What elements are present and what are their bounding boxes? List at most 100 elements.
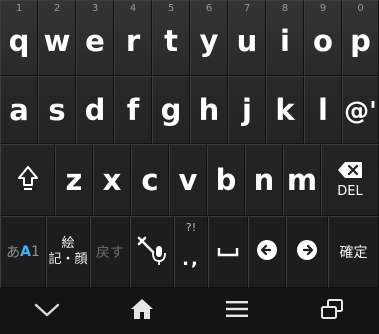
- tool-mic-icon: [136, 234, 168, 270]
- key-number-label: 2: [53, 3, 61, 14]
- key-letter: u: [236, 23, 258, 58]
- punct-bottom-label: .,: [182, 248, 200, 270]
- key-r[interactable]: 4 r: [114, 0, 152, 76]
- key-k[interactable]: k: [266, 76, 304, 144]
- key-g[interactable]: g: [152, 76, 190, 144]
- enter-label: 確定: [339, 245, 368, 261]
- key-letter: p: [350, 23, 371, 58]
- key-letter: m: [286, 162, 318, 197]
- key-w[interactable]: 2 w: [38, 0, 76, 76]
- key-u[interactable]: 7 u: [228, 0, 266, 76]
- recent-apps-button[interactable]: [302, 288, 362, 334]
- home-icon: [129, 297, 155, 325]
- key-letter: r: [125, 23, 141, 58]
- mode-kana-label: あ: [6, 245, 21, 261]
- key-letter: @': [344, 95, 377, 125]
- emoji-label-line1: 絵: [61, 235, 75, 251]
- chevron-down-icon: [34, 302, 60, 321]
- key-p[interactable]: 0 p: [342, 0, 379, 76]
- key-letter: f: [126, 92, 140, 127]
- arrow-left-icon: [256, 239, 278, 265]
- space-bar-icon: [217, 243, 239, 262]
- cursor-left-key[interactable]: [248, 216, 286, 288]
- key-letter: t: [164, 23, 178, 58]
- key-letter: y: [199, 23, 219, 58]
- key-o[interactable]: 9 o: [304, 0, 342, 76]
- soft-keyboard: 1 q 2 w 3 e 4 r 5 t 6 y 7 u 8 i 9 o 0 p …: [0, 0, 379, 334]
- key-number-label: 0: [357, 3, 364, 14]
- key-letter: l: [318, 92, 328, 127]
- key-l[interactable]: l: [304, 76, 342, 144]
- delete-label: DEL: [337, 184, 363, 199]
- key-n[interactable]: n: [245, 144, 283, 216]
- home-button[interactable]: [112, 288, 172, 334]
- key-letter: c: [141, 162, 159, 197]
- enter-confirm-key[interactable]: 確定: [328, 216, 379, 288]
- key-s[interactable]: s: [38, 76, 76, 144]
- key-number-label: 6: [205, 3, 213, 14]
- key-letter: g: [160, 92, 182, 127]
- input-mode-toggle[interactable]: あ A 1: [0, 216, 46, 288]
- key-f[interactable]: f: [114, 76, 152, 144]
- key-j[interactable]: j: [228, 76, 266, 144]
- key-number-label: 5: [167, 3, 175, 14]
- key-letter: v: [178, 162, 198, 197]
- key-letter: o: [313, 23, 333, 58]
- key-letter: d: [84, 92, 106, 127]
- key-number-label: 8: [281, 3, 289, 14]
- arrow-right-icon: [296, 239, 318, 265]
- key-letter: w: [43, 23, 71, 58]
- key-letter: j: [242, 92, 252, 127]
- emoji-symbol-key[interactable]: 絵 記・顔: [46, 216, 90, 288]
- key-letter: a: [9, 92, 29, 127]
- key-number-label: 7: [243, 3, 251, 14]
- key-letter: s: [48, 92, 66, 127]
- key-c[interactable]: c: [131, 144, 169, 216]
- emoji-label-line2: 記・顔: [48, 252, 88, 267]
- key-h[interactable]: h: [190, 76, 228, 144]
- key-letter: x: [102, 162, 122, 197]
- key-i[interactable]: 8 i: [266, 0, 304, 76]
- key-b[interactable]: b: [207, 144, 245, 216]
- key-t[interactable]: 5 t: [152, 0, 190, 76]
- menu-button[interactable]: [207, 288, 267, 334]
- key-letter: b: [215, 162, 237, 197]
- key-letter: e: [85, 23, 105, 58]
- shift-key[interactable]: [0, 144, 55, 216]
- hide-keyboard-button[interactable]: [17, 288, 77, 334]
- key-z[interactable]: z: [55, 144, 93, 216]
- key-q[interactable]: 1 q: [0, 0, 38, 76]
- key-y[interactable]: 6 y: [190, 0, 228, 76]
- key-a[interactable]: a: [0, 76, 38, 144]
- mode-latin-label: A: [20, 244, 31, 260]
- key-letter: q: [8, 23, 30, 58]
- navigation-bar: [0, 288, 379, 334]
- punctuation-key[interactable]: ?! .,: [174, 216, 208, 288]
- key-letter: h: [198, 92, 220, 127]
- mode-digit-label: 1: [30, 244, 40, 260]
- delete-key[interactable]: DEL: [321, 144, 379, 216]
- key-number-label: 4: [129, 3, 137, 14]
- undo-key[interactable]: 戻す: [90, 216, 130, 288]
- key-v[interactable]: v: [169, 144, 207, 216]
- key-letter: k: [275, 92, 295, 127]
- key-letter: z: [65, 162, 83, 197]
- menu-icon: [225, 300, 249, 322]
- punct-top-label: ?!: [185, 221, 197, 234]
- key-m[interactable]: m: [283, 144, 321, 216]
- shift-arrow-icon: [17, 165, 39, 195]
- undo-label: 戻す: [96, 245, 124, 261]
- space-key[interactable]: [208, 216, 248, 288]
- key-x[interactable]: x: [93, 144, 131, 216]
- recent-apps-icon: [320, 298, 344, 324]
- key-e[interactable]: 3 e: [76, 0, 114, 76]
- key-number-label: 9: [319, 3, 327, 14]
- key-letter: i: [280, 23, 290, 58]
- tools-voice-key[interactable]: [130, 216, 174, 288]
- key-at-apostrophe[interactable]: @': [342, 76, 379, 144]
- key-letter: n: [253, 162, 275, 197]
- key-d[interactable]: d: [76, 76, 114, 144]
- key-number-label: 1: [15, 3, 23, 14]
- backspace-icon: [337, 161, 363, 183]
- cursor-right-key[interactable]: [286, 216, 328, 288]
